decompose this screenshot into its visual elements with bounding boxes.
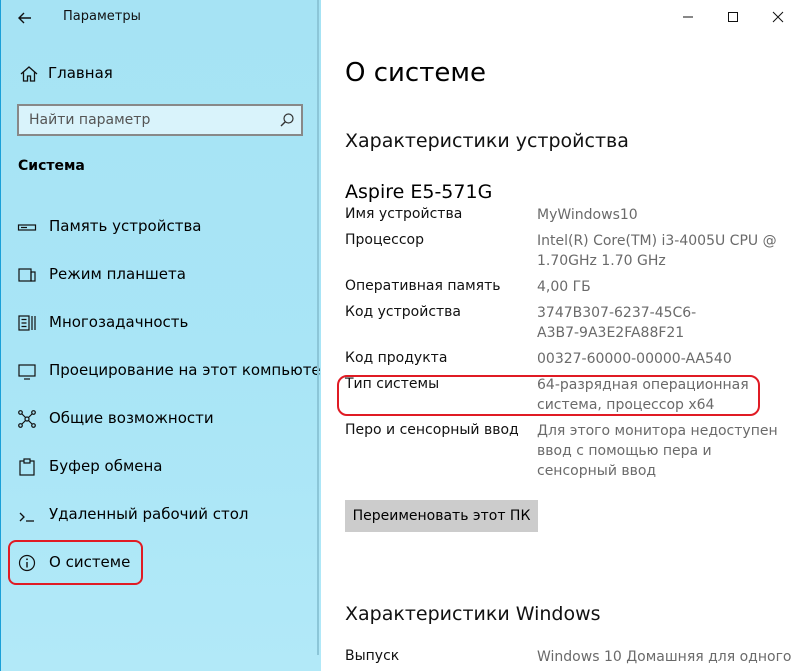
minimize-button[interactable]: [676, 6, 700, 28]
projecting-icon: [18, 364, 36, 380]
app-title: Параметры: [63, 9, 141, 24]
sidebar-item-label: Удаленный рабочий стол: [49, 505, 249, 523]
device-model: Aspire E5-571G: [345, 181, 493, 203]
sidebar-item-projecting[interactable]: Проецирование на этот компьютер: [17, 359, 330, 383]
spec-key: Оперативная память: [345, 278, 501, 294]
spec-key: Выпуск: [345, 648, 400, 664]
rename-pc-button[interactable]: Переименовать этот ПК: [345, 500, 538, 532]
about-highlight-annotation: [8, 540, 143, 585]
spec-value: Windows 10 Домашняя для одного: [537, 649, 792, 665]
maximize-button[interactable]: [721, 6, 745, 28]
home-label: Главная: [48, 64, 113, 82]
search-box[interactable]: [17, 104, 303, 136]
spec-key: Имя устройства: [345, 206, 463, 222]
sidebar-item-label: Буфер обмена: [49, 457, 163, 475]
sidebar-item-label: Проецирование на этот компьютер: [49, 361, 331, 379]
sidebar-item-label: Общие возможности: [49, 409, 214, 427]
sidebar-item-shared-experiences[interactable]: Общие возможности: [17, 407, 309, 431]
sidebar-item-label: Режим планшета: [49, 265, 186, 283]
sidebar-item-clipboard[interactable]: Буфер обмена: [17, 455, 309, 479]
sidebar-item-storage[interactable]: Память устройства: [17, 215, 309, 239]
remote-desktop-icon: [19, 512, 34, 522]
spec-key: Код продукта: [345, 350, 448, 366]
home-nav-item[interactable]: Главная: [17, 63, 307, 85]
minimize-icon: [683, 16, 693, 18]
windows-specs-heading: Характеристики Windows: [345, 603, 601, 625]
maximize-icon: [728, 12, 738, 22]
home-icon: [20, 66, 38, 82]
device-specs-heading: Характеристики устройства: [345, 130, 629, 152]
page-title: О системе: [345, 58, 486, 88]
settings-window: Параметры Главная Система Память устройс…: [0, 0, 802, 671]
sidebar-item-multitasking[interactable]: Многозадачность: [17, 311, 309, 335]
back-arrow-icon: [18, 12, 31, 24]
sidebar-item-label: Многозадачность: [49, 313, 189, 331]
close-button[interactable]: [766, 6, 790, 28]
sidebar-item-remote-desktop[interactable]: Удаленный рабочий стол: [17, 503, 309, 527]
spec-key: Процессор: [345, 232, 424, 248]
spec-value: Для этого монитора недоступен ввод с пом…: [537, 423, 778, 479]
search-input[interactable]: [19, 106, 279, 134]
sidebar: Параметры Главная Система Память устройс…: [0, 0, 330, 671]
spec-value: 3747B307-6237-45C6- A3B7-9A3E2FA88F21: [537, 305, 697, 341]
spec-value: 4,00 ГБ: [537, 279, 591, 295]
spec-value: MyWindows10: [537, 207, 638, 223]
system-type-highlight-annotation: [337, 375, 760, 416]
multitasking-icon: [18, 315, 36, 331]
sidebar-item-label: Память устройства: [49, 217, 202, 235]
spec-key: Перо и сенсорный ввод: [345, 422, 519, 438]
tablet-mode-icon: [18, 268, 36, 282]
main-content: О системе Характеристики устройства Aspi…: [321, 0, 802, 671]
spec-key: Код устройства: [345, 304, 462, 320]
clipboard-icon: [19, 458, 35, 476]
shared-experiences-icon: [18, 410, 36, 428]
sidebar-scrollbar[interactable]: [317, 0, 319, 655]
sidebar-item-tablet-mode[interactable]: Режим планшета: [17, 263, 309, 287]
spec-value: Intel(R) Core(TM) i3-4005U CPU @ 1.70GHz…: [537, 233, 777, 269]
section-label-system: Система: [18, 158, 85, 174]
search-icon: [280, 113, 294, 127]
storage-icon: [17, 224, 37, 231]
back-button[interactable]: [13, 6, 41, 30]
spec-value: 00327-60000-00000-AA540: [537, 351, 732, 367]
close-icon: [772, 11, 784, 23]
